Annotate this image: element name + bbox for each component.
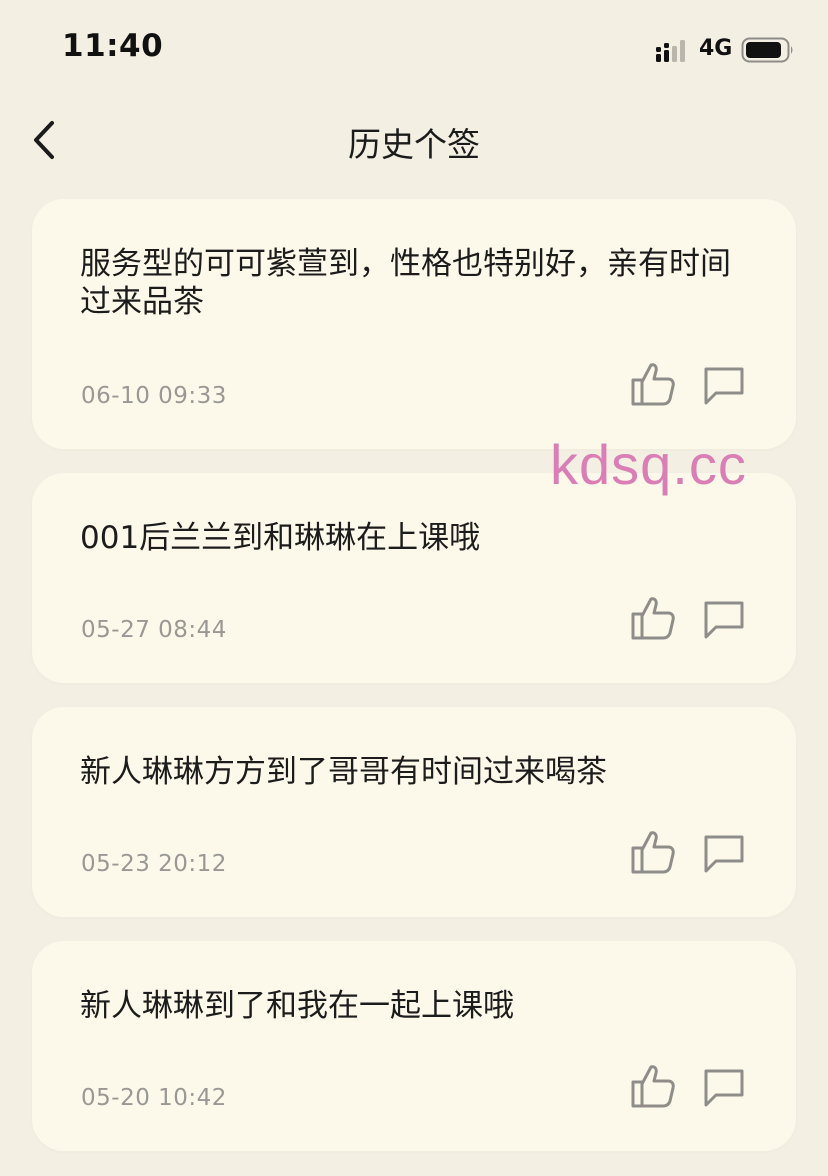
signature-timestamp: 05-20 10:42 xyxy=(81,1085,227,1111)
signature-text: 新人琳琳方方到了哥哥有时间过来喝茶 xyxy=(80,754,607,790)
thumbs-up-icon[interactable] xyxy=(630,595,676,641)
signature-card: 服务型的可可紫萱到，性格也特别好，亲有时间过来品茶 06-10 09:33 xyxy=(32,199,796,449)
signature-card: 新人琳琳方方到了哥哥有时间过来喝茶 05-23 20:12 xyxy=(32,707,796,917)
comment-icon[interactable] xyxy=(702,833,746,875)
signature-timestamp: 05-23 20:12 xyxy=(81,851,227,877)
status-time: 11:40 xyxy=(62,28,164,64)
signature-card: 新人琳琳到了和我在一起上课哦 05-20 10:42 xyxy=(32,941,796,1151)
battery-icon xyxy=(741,37,793,63)
watermark: kdsq.cc xyxy=(550,433,747,496)
comment-icon[interactable] xyxy=(702,599,746,641)
signature-text: 新人琳琳到了和我在一起上课哦 xyxy=(80,988,514,1024)
thumbs-up-icon[interactable] xyxy=(630,361,676,407)
signature-timestamp: 06-10 09:33 xyxy=(81,383,227,409)
signature-timestamp: 05-27 08:44 xyxy=(81,617,227,643)
nav-bar: 历史个签 xyxy=(0,100,828,182)
comment-icon[interactable] xyxy=(702,365,746,407)
thumbs-up-icon[interactable] xyxy=(630,1063,676,1109)
signature-card: 001后兰兰到和琳琳在上课哦 05-27 08:44 xyxy=(32,473,796,683)
comment-icon[interactable] xyxy=(702,1067,746,1109)
thumbs-up-icon[interactable] xyxy=(630,829,676,875)
network-type: 4G xyxy=(699,36,733,61)
signature-text: 服务型的可可紫萱到，性格也特别好，亲有时间过来品茶 xyxy=(80,246,731,320)
status-bar: 11:40 4G xyxy=(0,0,828,100)
signature-history-list: 服务型的可可紫萱到，性格也特别好，亲有时间过来品茶 06-10 09:33 00… xyxy=(32,199,796,1175)
signal-icon xyxy=(656,40,685,62)
signature-text: 001后兰兰到和琳琳在上课哦 xyxy=(80,520,481,556)
page-title: 历史个签 xyxy=(348,125,480,164)
